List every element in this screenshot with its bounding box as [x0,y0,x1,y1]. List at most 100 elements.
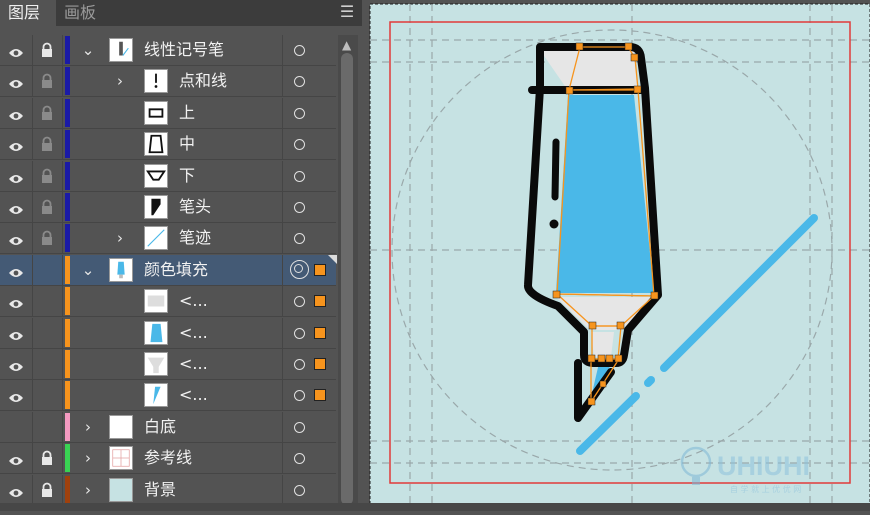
chevron-down-icon[interactable]: ⌄ [80,40,96,60]
visibility-toggle[interactable] [0,317,33,348]
lock-toggle[interactable] [32,254,63,285]
layer-row[interactable]: <... [0,380,337,412]
lock-toggle[interactable] [32,160,63,191]
panel-menu-icon[interactable]: ☰ [338,4,356,20]
scroll-up-icon[interactable]: ▲ [342,38,351,52]
visibility-toggle[interactable] [0,474,33,505]
layer-name[interactable]: <... [179,318,208,348]
target-circle-icon[interactable] [294,421,305,433]
selection-indicator[interactable] [314,358,326,370]
target-column[interactable] [282,223,337,254]
visibility-toggle[interactable] [0,160,33,191]
target-circle-icon[interactable] [294,76,305,88]
chevron-right-icon[interactable]: › [80,480,96,500]
layer-name[interactable]: <... [179,380,208,410]
target-column[interactable] [282,254,337,285]
layer-row[interactable]: 下 [0,160,336,192]
neck-fill[interactable] [591,332,614,357]
layer-row[interactable]: › 笔迹 [0,223,337,255]
lock-toggle[interactable] [32,286,63,317]
target-circle-icon[interactable] [294,484,305,496]
target-column[interactable] [282,411,337,442]
lock-toggle[interactable] [32,317,63,348]
tab-artboards[interactable]: 画板 [56,0,104,26]
layer-row[interactable]: 上 [0,97,337,129]
target-circle-icon[interactable] [294,170,305,182]
visibility-toggle[interactable] [0,129,33,160]
chevron-right-icon[interactable]: › [112,228,128,248]
visibility-toggle[interactable] [0,254,33,285]
selection-indicator[interactable] [314,263,326,276]
visibility-toggle[interactable] [0,380,33,411]
visibility-toggle[interactable] [0,443,33,474]
lock-toggle[interactable] [32,349,63,379]
lock-toggle[interactable] [32,66,63,97]
target-column[interactable] [282,129,337,160]
layer-name[interactable]: 中 [179,129,195,159]
layer-row[interactable]: › 参考线 [0,443,337,475]
target-circle-icon[interactable] [294,45,305,56]
lock-toggle[interactable] [32,35,63,65]
visibility-toggle[interactable] [0,286,33,317]
visibility-toggle[interactable] [0,66,33,97]
chevron-right-icon[interactable]: › [80,448,96,468]
scroll-thumb[interactable] [341,53,353,505]
target-column[interactable] [282,349,337,379]
target-circle-icon[interactable] [294,359,305,370]
lock-toggle[interactable] [32,129,63,160]
layer-row[interactable]: 中 [0,129,337,161]
lock-toggle[interactable] [32,411,63,442]
lock-toggle[interactable] [32,97,63,128]
layer-name[interactable]: 白底 [144,412,176,442]
target-column[interactable] [282,286,337,317]
canvas-area[interactable]: UHIUHI 自 学 就 上 优 优 网 [362,0,870,511]
target-column[interactable] [282,192,337,222]
lock-toggle[interactable] [32,474,63,505]
layer-row[interactable]: ⌄ 颜色填充 [0,254,337,286]
layer-row[interactable]: ⌄ 线性记号笔 [0,35,336,66]
layer-name[interactable]: 参考线 [144,443,192,473]
visibility-toggle[interactable] [0,97,33,128]
target-circle-icon[interactable] [294,296,305,308]
target-column[interactable] [282,66,337,97]
target-circle-icon[interactable] [294,107,305,119]
target-column[interactable] [282,97,337,128]
visibility-toggle[interactable] [0,223,33,254]
layer-row[interactable]: <... [0,349,336,380]
layer-name[interactable]: 上 [179,98,195,128]
lock-toggle[interactable] [32,223,63,254]
target-appearance-icon[interactable] [290,259,309,279]
chevron-right-icon[interactable]: › [112,71,128,91]
visibility-toggle[interactable] [0,411,33,442]
selection-indicator[interactable] [314,389,326,402]
layer-name[interactable]: 颜色填充 [144,255,208,285]
layer-name[interactable]: <... [179,286,208,316]
layer-row[interactable]: 笔头 [0,192,336,223]
target-circle-icon[interactable] [294,139,305,151]
chevron-right-icon[interactable]: › [80,417,96,437]
layer-row[interactable]: › 白底 [0,411,337,443]
target-circle-icon[interactable] [294,390,305,402]
target-column[interactable] [282,474,337,505]
target-circle-icon[interactable] [294,202,305,213]
target-circle-icon[interactable] [294,453,305,465]
artboard-canvas[interactable]: UHIUHI 自 学 就 上 优 优 网 [362,0,870,511]
layer-row[interactable]: › 背景 [0,474,337,506]
target-column[interactable] [282,35,337,65]
target-column[interactable] [282,443,337,474]
visibility-toggle[interactable] [0,192,33,222]
selection-indicator[interactable] [314,295,326,308]
chevron-down-icon[interactable]: ⌄ [80,260,96,280]
target-column[interactable] [282,380,337,411]
layer-name[interactable]: 背景 [144,475,176,505]
layer-name[interactable]: 笔头 [179,192,211,222]
layer-row[interactable]: <... [0,317,337,349]
target-column[interactable] [282,317,337,348]
layer-name[interactable]: 线性记号笔 [144,35,224,65]
tab-layers[interactable]: 图层 [0,0,56,26]
layer-scrollbar[interactable]: ▲ [338,35,358,505]
layer-name[interactable]: 点和线 [179,66,227,96]
target-circle-icon[interactable] [294,327,305,339]
lock-toggle[interactable] [32,192,63,222]
selection-indicator[interactable] [314,326,326,339]
